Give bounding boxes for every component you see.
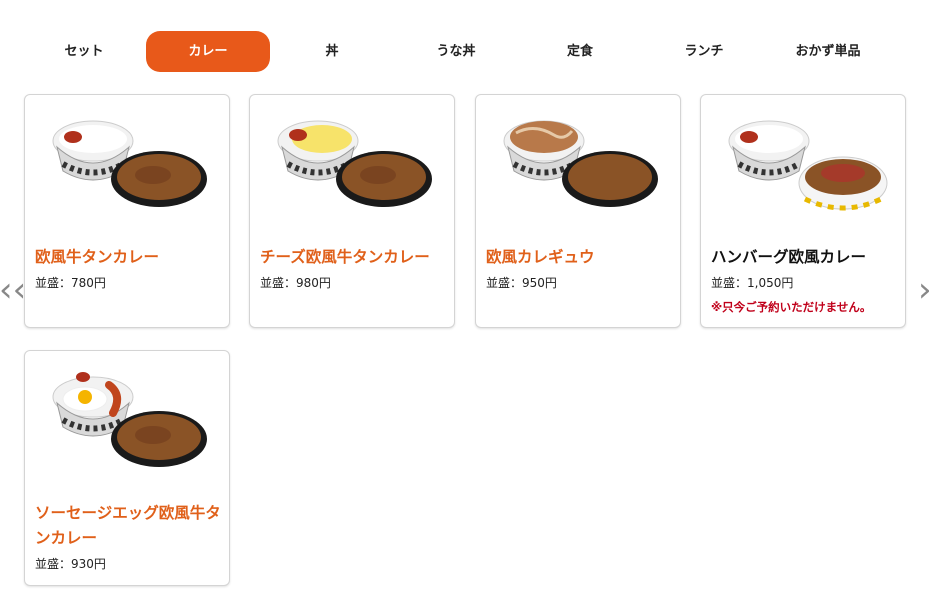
product-card[interactable]: 欧風牛タンカレー 並盛：780円	[24, 94, 230, 328]
tab-teishoku[interactable]: 定食	[518, 31, 642, 72]
availability-note: ※只今ご予約いただけません。	[711, 300, 872, 314]
product-card[interactable]: ソーセージエッグ欧風牛タンカレー 並盛：930円	[24, 350, 230, 586]
category-tabs: セット カレー 丼 うな丼 定食 ランチ おかず単品	[22, 31, 892, 72]
tab-lunch[interactable]: ランチ	[642, 31, 766, 72]
next-arrow-icon[interactable]: ››	[918, 270, 932, 310]
product-name: チーズ欧風牛タンカレー	[260, 248, 430, 266]
tab-okazu[interactable]: おかず単品	[766, 31, 890, 72]
product-price: 並盛：1,050円	[711, 276, 794, 290]
product-name: ハンバーグ欧風カレー	[711, 248, 867, 266]
product-image	[52, 372, 207, 467]
product-name: 欧風カレギュウ	[486, 248, 595, 266]
product-price: 並盛：930円	[35, 557, 106, 571]
prev-arrow-icon[interactable]: ‹‹	[0, 270, 26, 310]
tab-set[interactable]: セット	[22, 31, 146, 72]
product-card[interactable]: ハンバーグ欧風カレー 並盛：1,050円 ※只今ご予約いただけません。	[700, 94, 906, 328]
product-price: 並盛：950円	[486, 276, 557, 290]
tab-curry[interactable]: カレー	[146, 31, 270, 72]
tab-don[interactable]: 丼	[270, 31, 394, 72]
product-price: 並盛：980円	[260, 276, 331, 290]
product-name: 欧風牛タンカレー	[35, 248, 160, 266]
product-price: 並盛：780円	[35, 276, 106, 290]
product-image	[277, 120, 432, 207]
product-card[interactable]: 欧風カレギュウ 並盛：950円	[475, 94, 681, 328]
product-name: ソーセージエッグ欧風牛タンカレー	[35, 504, 221, 547]
product-card[interactable]: チーズ欧風牛タンカレー 並盛：980円	[249, 94, 455, 328]
product-image	[52, 120, 207, 207]
product-image	[503, 120, 658, 207]
product-image	[728, 120, 888, 211]
tab-unadon[interactable]: うな丼	[394, 31, 518, 72]
